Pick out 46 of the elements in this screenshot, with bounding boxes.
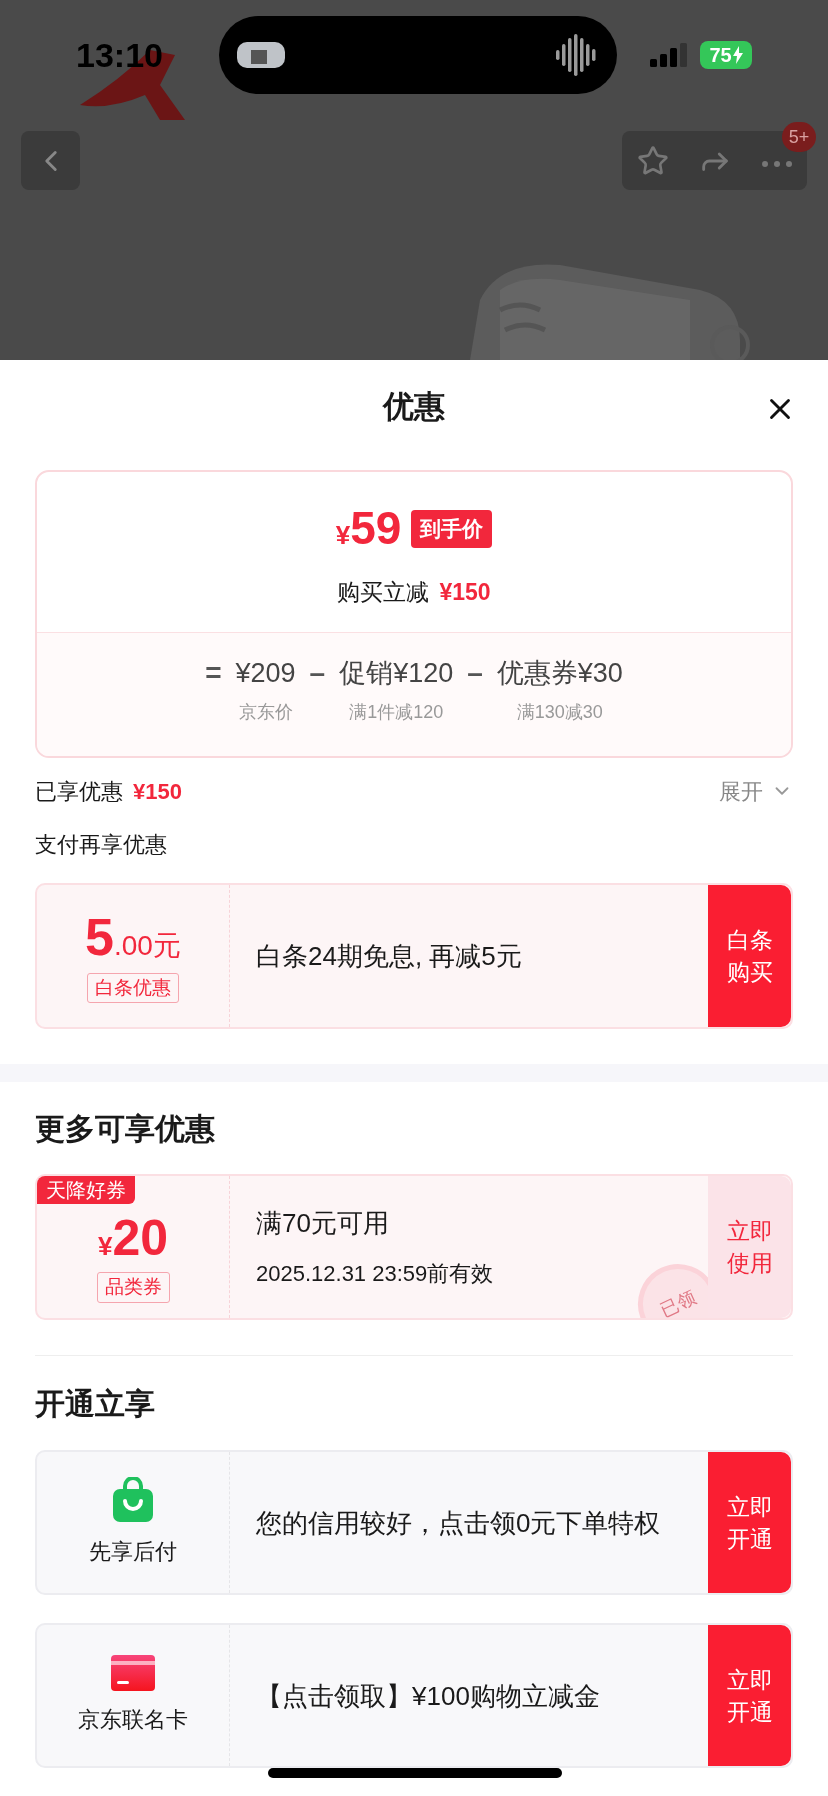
shopping-bag-icon <box>111 1477 155 1523</box>
term-note: 满1件减120 <box>349 701 444 724</box>
operator-sign: = <box>205 656 222 690</box>
enjoyed-amount: ¥150 <box>133 777 182 806</box>
term-note: 满130减30 <box>516 701 603 724</box>
service-name: 先享后付 <box>89 1538 177 1566</box>
more-icon <box>762 160 793 167</box>
action-button[interactable]: 白条购买 <box>708 885 791 1027</box>
offer-tag: 白条优惠 <box>87 972 179 1004</box>
expand-toggle[interactable]: 展开 <box>719 774 793 808</box>
signal-icon <box>650 43 688 67</box>
action-button[interactable]: 立即使用 <box>708 1176 791 1318</box>
service-name: 京东联名卡 <box>78 1706 188 1734</box>
final-price: ¥59 <box>335 501 402 557</box>
service-description: 【点击领取】¥100购物立减金 <box>256 1679 600 1713</box>
bank-card-icon <box>111 1655 155 1691</box>
section-heading: 开通立享 <box>35 1385 155 1422</box>
price-term: ¥209 <box>235 657 296 690</box>
saving-label: 购买立减 <box>337 578 430 608</box>
coupon-type-tag: 品类券 <box>96 1272 170 1303</box>
term-note: 京东价 <box>238 701 293 724</box>
coupon-amount: ¥20 <box>97 1211 169 1267</box>
price-term: 促销¥120 <box>339 657 454 690</box>
saving-amount: ¥150 <box>439 578 491 608</box>
waveform-icon <box>555 34 599 76</box>
thumbnail-icon <box>237 42 285 68</box>
coupon-validity: 2025.12.31 23:59前有效 <box>256 1260 495 1288</box>
battery-indicator: 75 <box>700 41 752 69</box>
offer-description: 白条24期免息, 再减5元 <box>256 939 522 973</box>
section-heading: 更多可享优惠 <box>35 1110 215 1147</box>
sheet-title: 优惠 <box>383 387 445 426</box>
offer-amount: 5.00元 <box>85 908 181 967</box>
service-description: 您的信用较好，点击领0元下单特权 <box>256 1506 661 1540</box>
operator-sign: – <box>309 656 326 690</box>
operator-sign: – <box>467 656 483 690</box>
status-time: 13:10 <box>76 34 164 76</box>
back-button[interactable] <box>21 131 80 190</box>
action-button[interactable]: 立即开通 <box>708 1452 791 1593</box>
star-icon <box>636 144 669 177</box>
enjoyed-label: 已享优惠 <box>35 777 123 806</box>
action-button[interactable]: 立即开通 <box>708 1625 791 1766</box>
section-title: 支付再享优惠 <box>35 830 167 859</box>
coupon-ribbon: 天降好券 <box>37 1176 135 1204</box>
price-tag: 到手价 <box>411 510 493 548</box>
coupon-condition: 满70元可用 <box>256 1207 390 1240</box>
price-term: 优惠券¥30 <box>496 657 623 690</box>
